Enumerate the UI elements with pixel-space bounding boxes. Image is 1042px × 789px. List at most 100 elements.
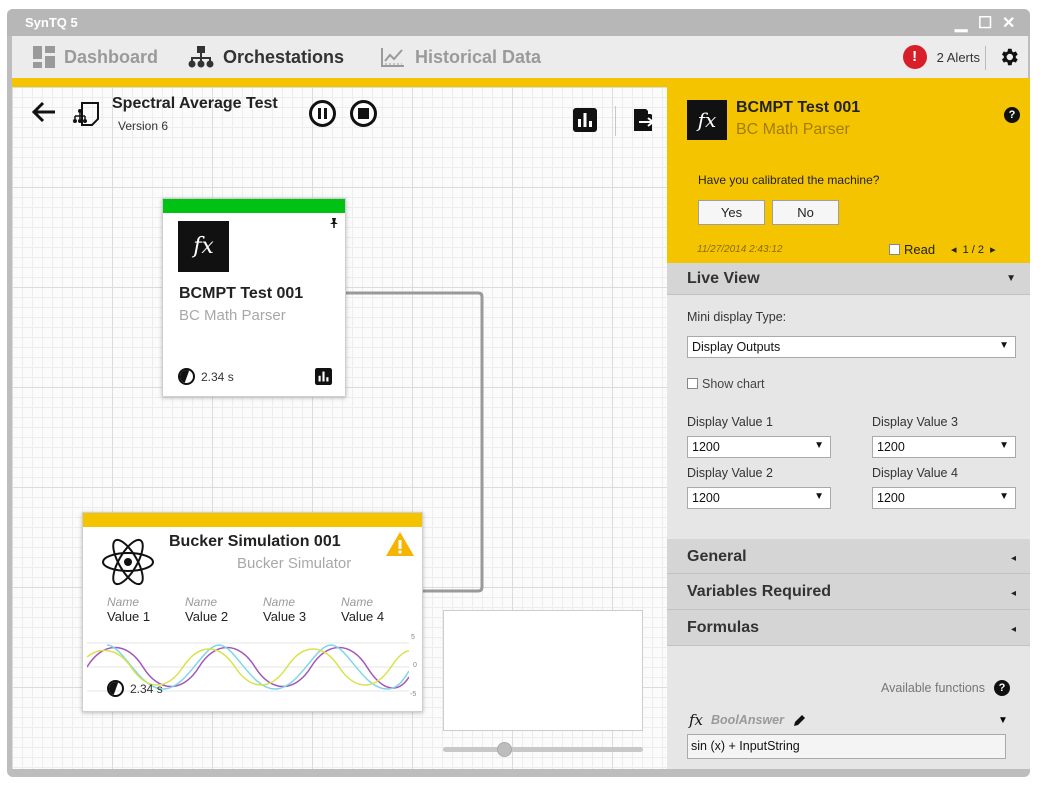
value-name: Name — [263, 595, 296, 609]
available-functions-label: Available functions — [881, 681, 986, 695]
minimize-button[interactable]: ▁ — [955, 13, 967, 33]
help-icon[interactable]: ? — [994, 680, 1010, 696]
formula-name: BoolAnswer — [711, 713, 784, 727]
section-title: Formulas — [687, 619, 760, 636]
zoom-slider-handle[interactable] — [497, 742, 512, 757]
node-status-bar — [163, 199, 345, 213]
select-value: 1200 — [692, 440, 720, 454]
display-value-3-select[interactable]: 1200 ▼ — [872, 436, 1016, 458]
node-bucker-simulation-001[interactable]: Bucker Simulation 001 Bucker Simulator N… — [82, 512, 423, 712]
output-value-4: Name Value 4 — [341, 595, 384, 624]
select-caret-icon: ▼ — [814, 440, 824, 451]
select-value: Display Outputs — [692, 340, 781, 354]
section-title: General — [687, 548, 747, 565]
maximize-button[interactable]: ☐ — [978, 13, 992, 33]
orchestration-canvas[interactable]: Spectral Average Test Version 6 fx BCMPT… — [12, 87, 667, 769]
formula-entry[interactable]: fx BoolAnswer — [689, 711, 807, 729]
nav-dashboard[interactable]: Dashboard — [33, 46, 158, 68]
chevron-left-icon: ◂ — [1010, 624, 1016, 635]
show-chart-checkbox[interactable]: Show chart — [687, 377, 765, 391]
notification-timestamp: 11/27/2014 2:43:12 — [697, 244, 783, 255]
gear-icon[interactable] — [998, 46, 1020, 68]
section-formulas[interactable]: Formulas ◂ — [667, 610, 1030, 646]
section-title: Variables Required — [687, 583, 832, 600]
value-name: Name — [107, 595, 140, 609]
select-caret-icon: ▼ — [999, 340, 1009, 351]
title-bar: SynTQ 5 ▁ ☐ ✕ — [7, 9, 1030, 36]
axis-label-mid: 0 — [413, 662, 417, 669]
nav-historical-data-label: Historical Data — [415, 46, 542, 67]
value-text: Value 3 — [263, 609, 307, 624]
function-icon: fx — [689, 711, 704, 729]
axis-label-bottom: -5 — [410, 691, 417, 698]
pencil-icon[interactable] — [792, 713, 807, 728]
chevron-down-icon: ▼ — [1006, 273, 1016, 284]
notification-node-type: BC Math Parser — [736, 121, 850, 138]
yes-button[interactable]: Yes — [698, 200, 765, 225]
nav-dashboard-label: Dashboard — [64, 46, 159, 67]
mini-display-preview — [443, 610, 643, 731]
output-value-3: Name Value 3 — [263, 595, 306, 624]
main-nav: Dashboard Orchestations Historical Data … — [12, 36, 1028, 78]
mini-display-type-select[interactable]: Display Outputs ▼ — [687, 336, 1016, 358]
display-value-2-select[interactable]: 1200 ▼ — [687, 487, 831, 509]
read-checkbox[interactable]: Read — [889, 242, 935, 257]
section-general[interactable]: General ◂ — [667, 539, 1030, 574]
display-value-4-select[interactable]: 1200 ▼ — [872, 487, 1016, 509]
line-chart-icon — [381, 48, 404, 67]
clock-icon — [178, 368, 195, 385]
node-status-bar — [83, 513, 422, 527]
node-timer: 2.34 s — [107, 680, 163, 697]
notification-pager: ◂ 1 / 2 ▸ — [951, 243, 996, 256]
math-parser-icon: fx — [178, 221, 229, 272]
value-text: Value 1 — [107, 609, 151, 624]
section-live-view[interactable]: Live View ▼ — [667, 263, 1030, 295]
formula-expression-input[interactable]: sin (x) + InputString — [687, 734, 1006, 759]
canvas-top-bar — [12, 78, 667, 87]
no-button[interactable]: No — [772, 200, 839, 225]
nav-historical-data[interactable]: Historical Data — [380, 46, 541, 68]
node-name: Bucker Simulation 001 — [169, 533, 341, 550]
mini-display-type-label: Mini display Type: — [687, 310, 787, 324]
prev-notification-button[interactable]: ◂ — [951, 244, 957, 256]
output-value-2: Name Value 2 — [185, 595, 228, 624]
nav-orchestations[interactable]: Orchestations — [188, 46, 344, 68]
math-parser-icon: fx — [687, 100, 727, 140]
alert-icon: ! — [902, 45, 927, 69]
properties-panel: fx BCMPT Test 001 BC Math Parser ? Have … — [667, 78, 1030, 769]
node-type: Bucker Simulator — [237, 555, 352, 572]
alerts-indicator[interactable]: ! 2 Alerts — [902, 45, 980, 69]
clock-icon — [107, 680, 124, 697]
alerts-label: 2 Alerts — [936, 49, 980, 65]
help-icon[interactable]: ? — [1004, 107, 1020, 123]
select-value: 1200 — [692, 491, 720, 505]
pin-icon[interactable] — [328, 217, 340, 229]
node-timer: 2.34 s — [178, 368, 234, 385]
nav-divider — [985, 46, 986, 70]
node-chart-icon[interactable] — [315, 368, 332, 385]
formula-expand-icon[interactable]: ▼ — [998, 715, 1008, 726]
notification-card: fx BCMPT Test 001 BC Math Parser ? Have … — [667, 78, 1030, 263]
display-value-1-select[interactable]: 1200 ▼ — [687, 436, 831, 458]
next-notification-button[interactable]: ▸ — [990, 244, 996, 256]
value-text: Value 2 — [185, 609, 229, 624]
chevron-left-icon: ◂ — [1010, 588, 1016, 599]
section-variables-required[interactable]: Variables Required ◂ — [667, 574, 1030, 610]
value-name: Name — [341, 595, 374, 609]
value-name: Name — [185, 595, 218, 609]
node-name: BCMPT Test 001 — [179, 285, 304, 302]
node-bcmpt-test-001[interactable]: fx BCMPT Test 001 BC Math Parser 2.34 s — [162, 198, 346, 397]
zoom-slider[interactable] — [443, 747, 643, 752]
node-time: 2.34 s — [201, 369, 234, 384]
close-button[interactable]: ✕ — [1002, 13, 1015, 33]
read-label: Read — [904, 242, 936, 257]
output-value-1: Name Value 1 — [107, 595, 150, 624]
display-value-4-label: Display Value 4 — [872, 466, 958, 480]
pager-text: 1 / 2 — [962, 244, 984, 256]
node-time: 2.34 s — [130, 681, 163, 696]
warning-icon[interactable] — [385, 531, 415, 557]
select-caret-icon: ▼ — [814, 491, 824, 502]
select-value: 1200 — [877, 440, 905, 454]
axis-label-top: 5 — [411, 634, 415, 641]
display-value-1-label: Display Value 1 — [687, 415, 773, 429]
